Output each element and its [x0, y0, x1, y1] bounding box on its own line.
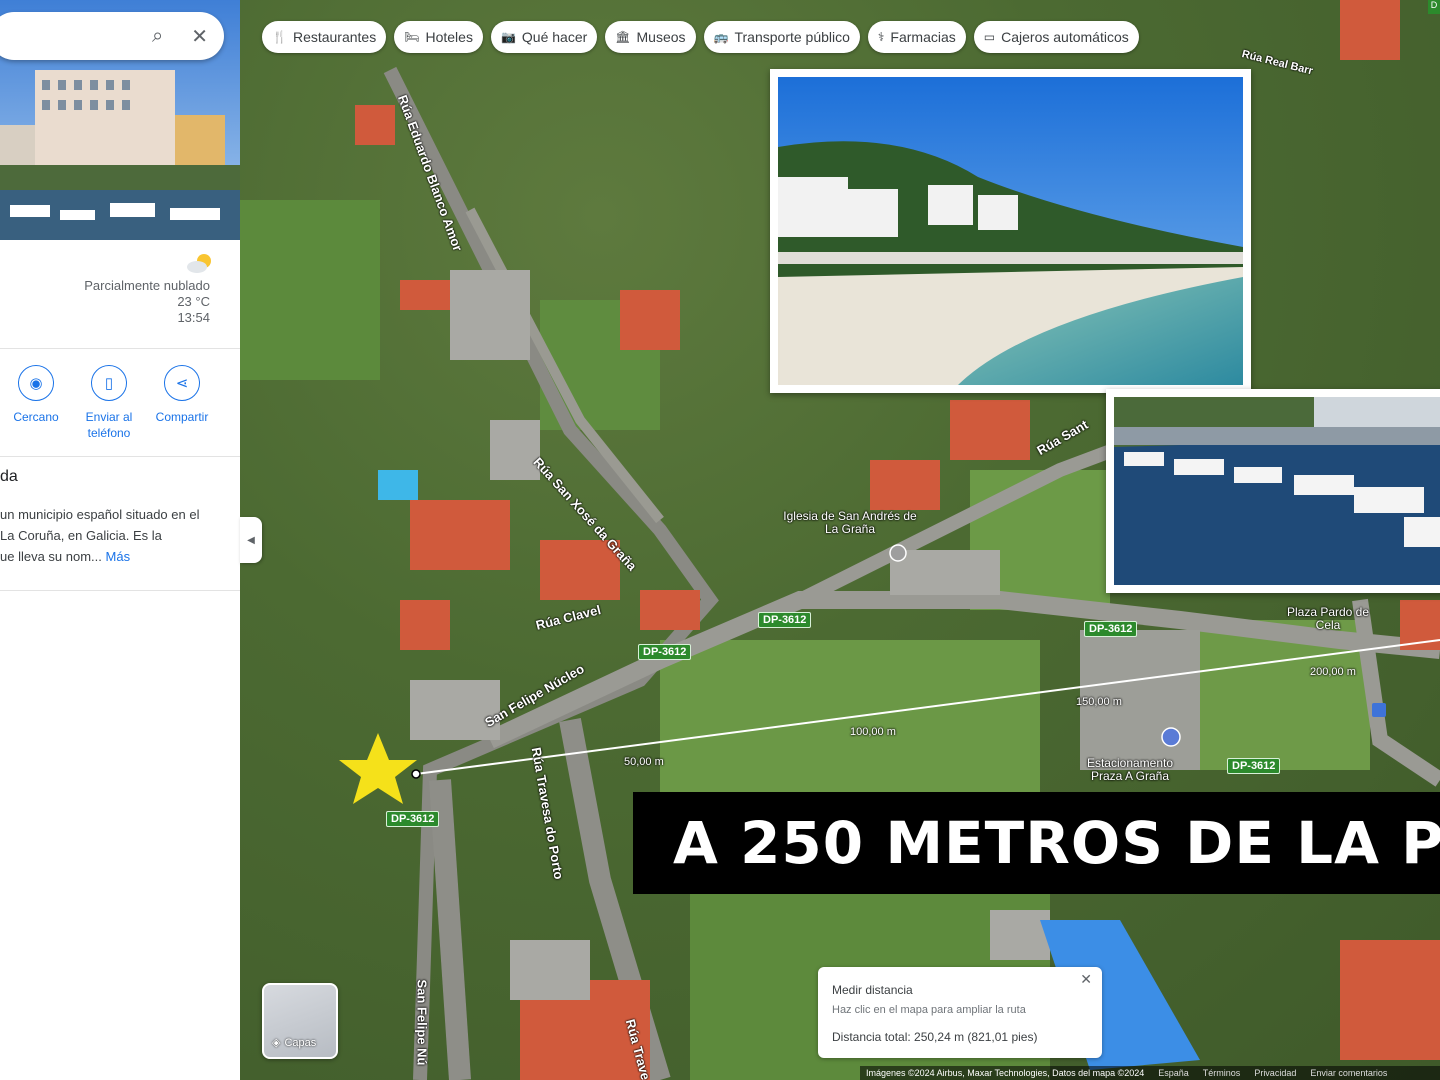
description-line: un municipio español situado en el [0, 507, 200, 522]
chip-hotels[interactable]: 🛏 Hoteles [394, 21, 483, 53]
more-link[interactable]: Más [106, 549, 131, 564]
measure-title: Medir distancia [832, 983, 913, 997]
measure-total: Distancia total: 250,24 m (821,01 pies) [832, 1030, 1038, 1044]
attribution-link[interactable]: España [1158, 1068, 1189, 1078]
description-line: ue lleva su nom... [0, 549, 102, 564]
nearby-button[interactable]: ◉ Cercano [0, 365, 74, 425]
chip-label: Restaurantes [292, 29, 377, 45]
action-label: Compartir [155, 410, 209, 424]
museum-icon: 🏛 [615, 30, 631, 44]
distance-banner: A 250 METROS DE LA P [633, 792, 1440, 894]
chip-label: Cajeros automáticos [1001, 29, 1129, 45]
layers-label-group: ◈ Capas [272, 1036, 317, 1050]
route-shield: DP-3612 [386, 811, 440, 827]
chip-label: Museos [636, 29, 686, 45]
divider [0, 456, 240, 457]
measure-distance-card: Medir distancia Haz clic en el mapa para… [818, 967, 1102, 1058]
chip-restaurants[interactable]: 🍴 Restaurantes [262, 21, 387, 53]
category-chips: 🍴 Restaurantes 🛏 Hoteles 📷 Qué hacer 🏛 M… [262, 21, 1139, 53]
road-label: San Felipe Nú [414, 979, 430, 1066]
weather-condition: Parcialmente nublado [84, 278, 210, 293]
beach-photo-image [778, 77, 1243, 385]
search-box[interactable]: ⌕ ✕ [0, 12, 224, 60]
description-text: un municipio español situado en el La Co… [0, 504, 238, 567]
search-icon[interactable]: ⌕ [152, 25, 163, 48]
pharmacy-icon: ⚕ [877, 30, 885, 44]
send-to-phone-button[interactable]: ▯ Enviar al teléfono [71, 365, 147, 441]
poi-label-parking[interactable]: Estacionamento Praza A Graña [1070, 757, 1190, 783]
camera-icon: 📷 [500, 30, 516, 44]
divider [0, 590, 240, 591]
description-line: La Coruña, en Galicia. Es la [0, 528, 162, 543]
distance-marker: 200,00 m [1310, 666, 1356, 678]
chip-label: Transporte público [734, 29, 850, 45]
layers-label: Capas [284, 1036, 317, 1049]
description-title: da [0, 468, 18, 485]
close-icon[interactable]: ✕ [191, 24, 208, 49]
attribution-link[interactable]: Términos [1203, 1068, 1241, 1078]
route-shield: DP-3612 [758, 612, 812, 628]
measure-hint: Haz clic en el mapa para ampliar la ruta [832, 1004, 1026, 1016]
imagery-credit: Imágenes ©2024 Airbus, Maxar Technologie… [866, 1068, 1145, 1078]
distance-marker: 150,00 m [1076, 696, 1122, 708]
action-label: Enviar al teléfono [85, 410, 133, 440]
weather-info: Parcialmente nublado 23 °C 13:54 [84, 252, 210, 326]
distance-marker: 100,00 m [850, 726, 896, 738]
atm-icon: ▭ [983, 30, 996, 44]
send-to-phone-icon: ▯ [91, 365, 127, 401]
poi-label-plaza[interactable]: Plaza Pardo de Cela [1280, 606, 1376, 632]
route-shield: DP-3612 [1227, 758, 1281, 774]
distance-marker: 50,00 m [624, 756, 664, 768]
close-icon[interactable]: ✕ [1080, 971, 1092, 988]
share-button[interactable]: ⋖ Compartir [144, 365, 220, 425]
beach-photo [770, 69, 1251, 393]
collapse-panel-button[interactable]: ◀ [240, 517, 262, 563]
chip-atms[interactable]: ▭ Cajeros automáticos [973, 21, 1139, 53]
chip-label: Qué hacer [521, 29, 588, 45]
chip-museums[interactable]: 🏛 Museos [605, 21, 696, 53]
marina-photo-image [1114, 397, 1440, 585]
layers-icon: ◈ [272, 1037, 281, 1049]
route-shield: DP-3612 [638, 644, 692, 660]
chip-things-to-do[interactable]: 📷 Qué hacer [490, 21, 598, 53]
corner-badge: D [1428, 0, 1440, 14]
divider [0, 348, 240, 349]
weather-time: 13:54 [177, 310, 210, 325]
star-marker [339, 733, 417, 804]
route-shield: DP-3612 [1084, 621, 1138, 637]
banner-text: A 250 METROS DE LA P [673, 809, 1440, 877]
fork-knife-icon: 🍴 [272, 30, 287, 44]
place-panel: Parcialmente nublado 23 °C 13:54 ◉ Cerca… [0, 0, 240, 1080]
chip-pharmacies[interactable]: ⚕ Farmacias [867, 21, 966, 53]
bus-icon: 🚌 [713, 30, 729, 44]
action-label: Cercano [13, 410, 59, 424]
layers-button[interactable]: ◈ Capas [262, 983, 338, 1059]
poi-label-church[interactable]: Iglesia de San Andrés de La Graña [780, 510, 920, 536]
share-icon: ⋖ [164, 365, 200, 401]
chip-label: Hoteles [425, 29, 473, 45]
map-attribution: Imágenes ©2024 Airbus, Maxar Technologie… [860, 1066, 1440, 1080]
chevron-left-icon: ◀ [247, 534, 255, 546]
chip-transit[interactable]: 🚌 Transporte público [703, 21, 860, 53]
weather-temperature: 23 °C [177, 294, 210, 309]
action-buttons: ◉ Cercano ▯ Enviar al teléfono ⋖ Compart… [0, 365, 240, 445]
bed-icon: 🛏 [404, 30, 420, 44]
marina-photo [1106, 389, 1440, 593]
nearby-icon: ◉ [18, 365, 54, 401]
attribution-link[interactable]: Enviar comentarios [1310, 1068, 1387, 1078]
chip-label: Farmacias [890, 29, 956, 45]
attribution-link[interactable]: Privacidad [1254, 1068, 1296, 1078]
